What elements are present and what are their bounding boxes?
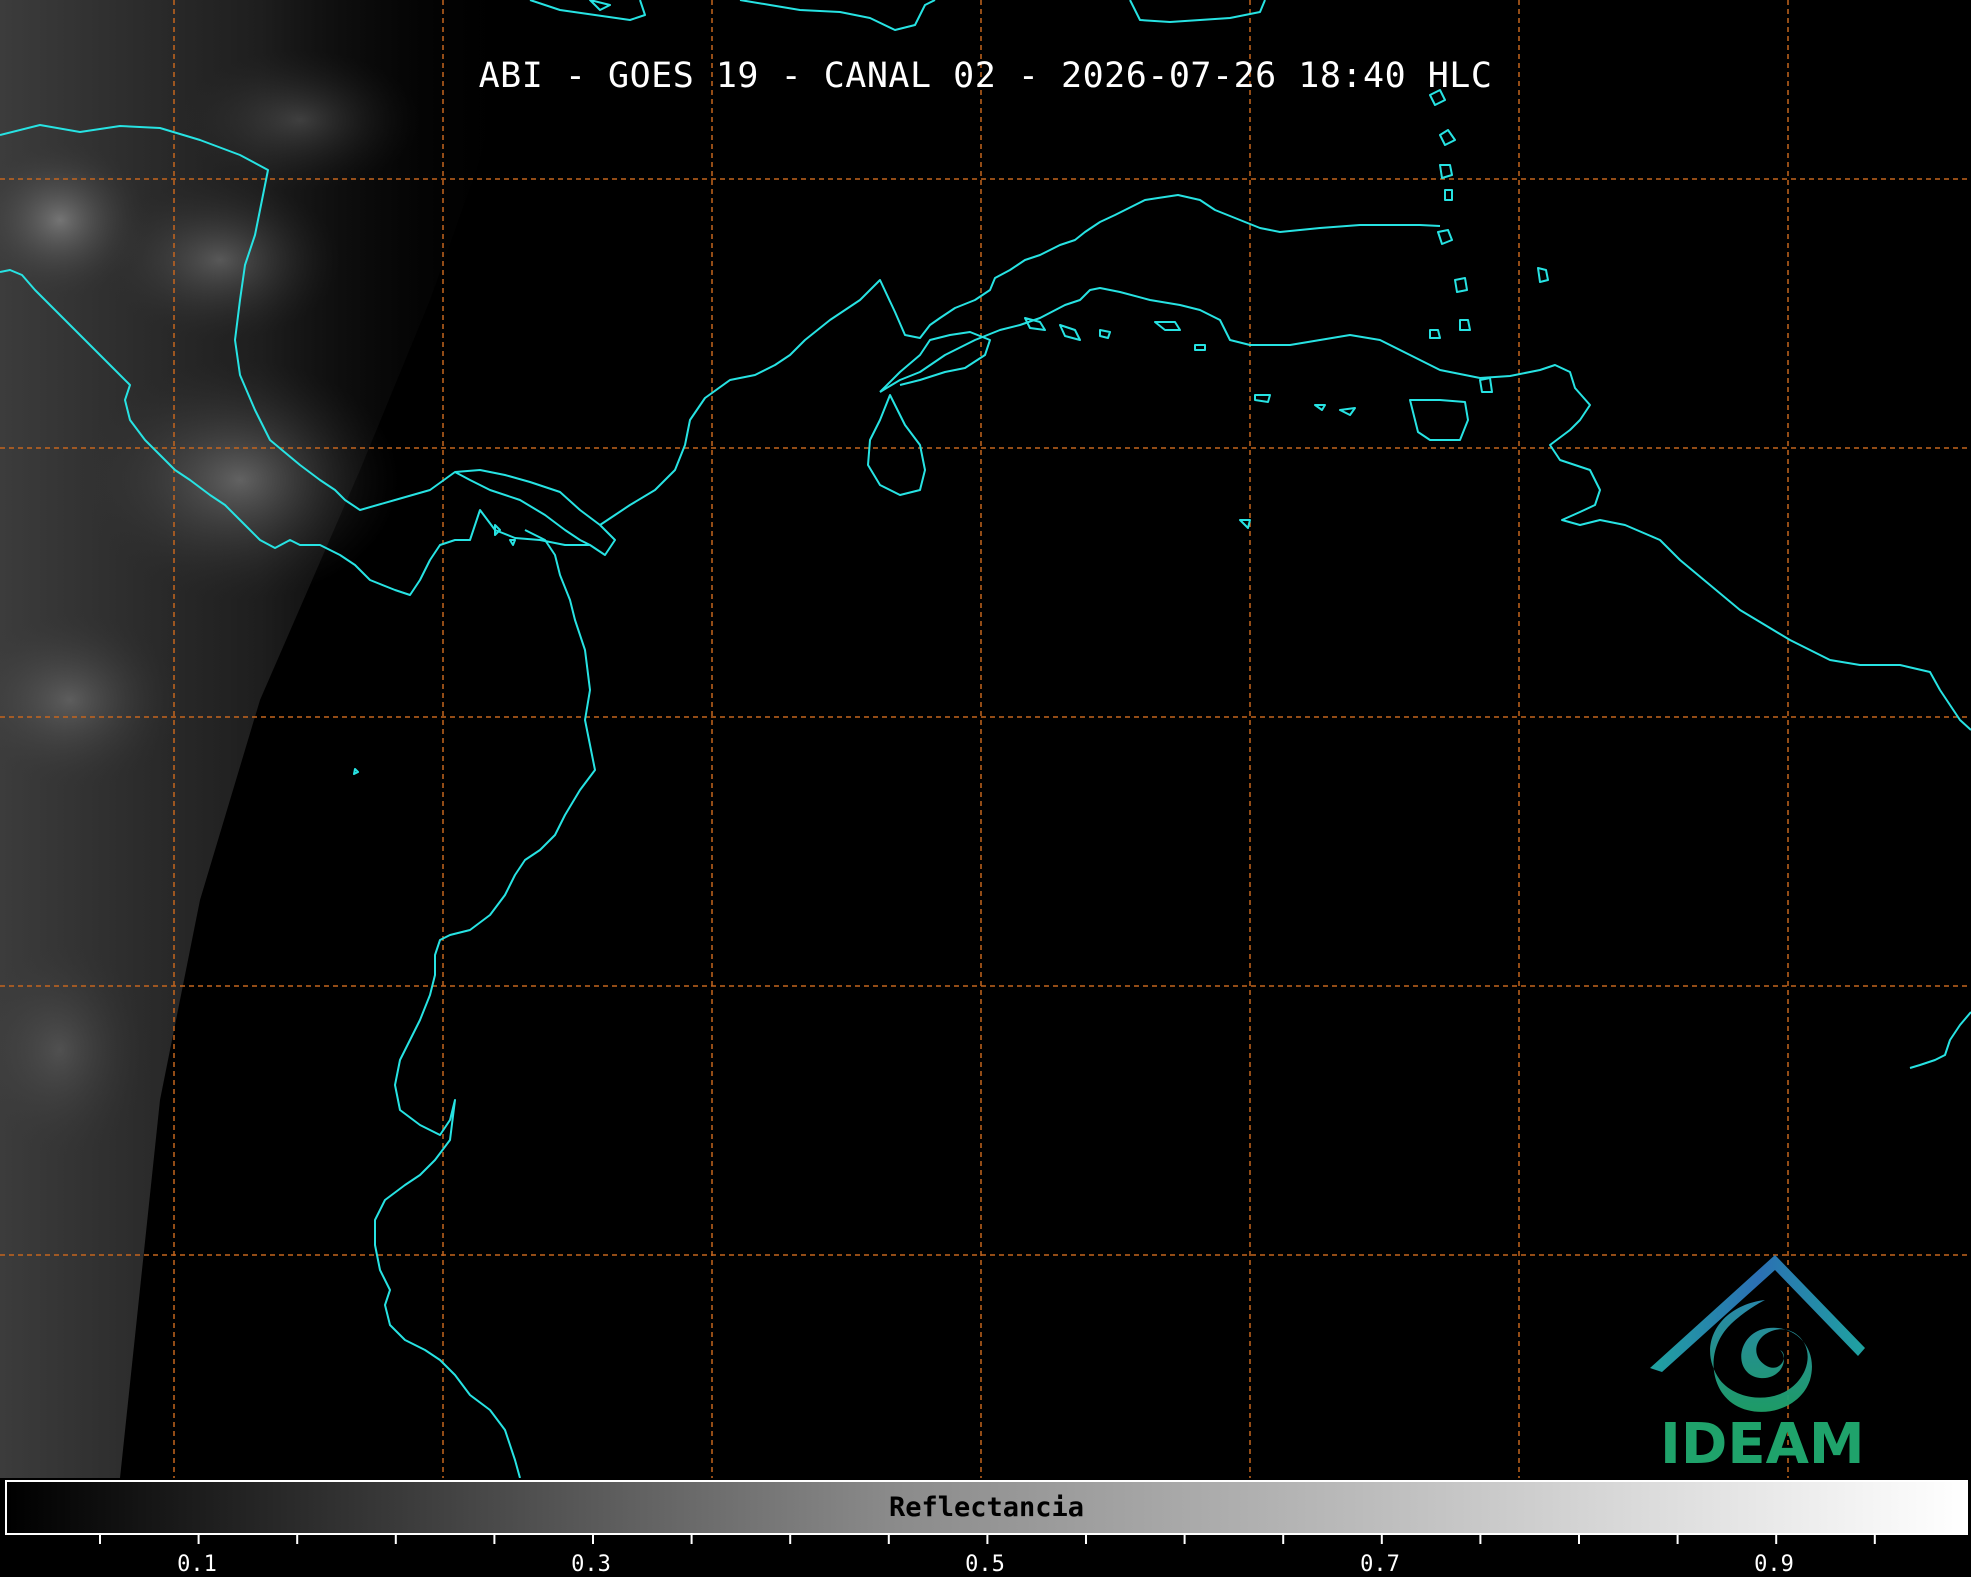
cloud-layer [0, 0, 520, 1478]
coastline-jamaica [529, 0, 646, 21]
coastline-lesser-antilles [1429, 89, 1549, 393]
coastline-venezuela [879, 287, 1971, 731]
colorbar-tick-label: 0.1 [177, 1552, 217, 1577]
colorbar-tick-label: 0.7 [1360, 1552, 1400, 1577]
satellite-map: ABI - GOES 19 - CANAL 02 - 2026-07-26 18… [0, 0, 1971, 1478]
colorbar-tick-label: 0.3 [571, 1552, 611, 1577]
coastline-guyana-east [1909, 1011, 1971, 1069]
coastline-maracaibo-lake [867, 394, 926, 496]
coastline-trinidad [1409, 399, 1469, 441]
coastline-panama-caribbean [454, 194, 1441, 546]
map-title: ABI - GOES 19 - CANAL 02 - 2026-07-26 18… [478, 56, 1493, 96]
coastline-aruba-curacao [1024, 317, 1206, 351]
coastline-pacific-islands [353, 524, 516, 775]
coastline-hispaniola [739, 0, 936, 31]
coastline-colombia-pacific [374, 529, 596, 1478]
colorbar-label: Reflectancia [888, 1492, 1085, 1523]
colorbar: Reflectancia [5, 1480, 1968, 1535]
colorbar-tick-label: 0.5 [965, 1552, 1005, 1577]
colorbar-tick-label: 0.9 [1754, 1552, 1794, 1577]
coastline-puerto-rico [1129, 0, 1266, 23]
ideam-logo-text: IDEAM [1660, 1412, 1865, 1477]
